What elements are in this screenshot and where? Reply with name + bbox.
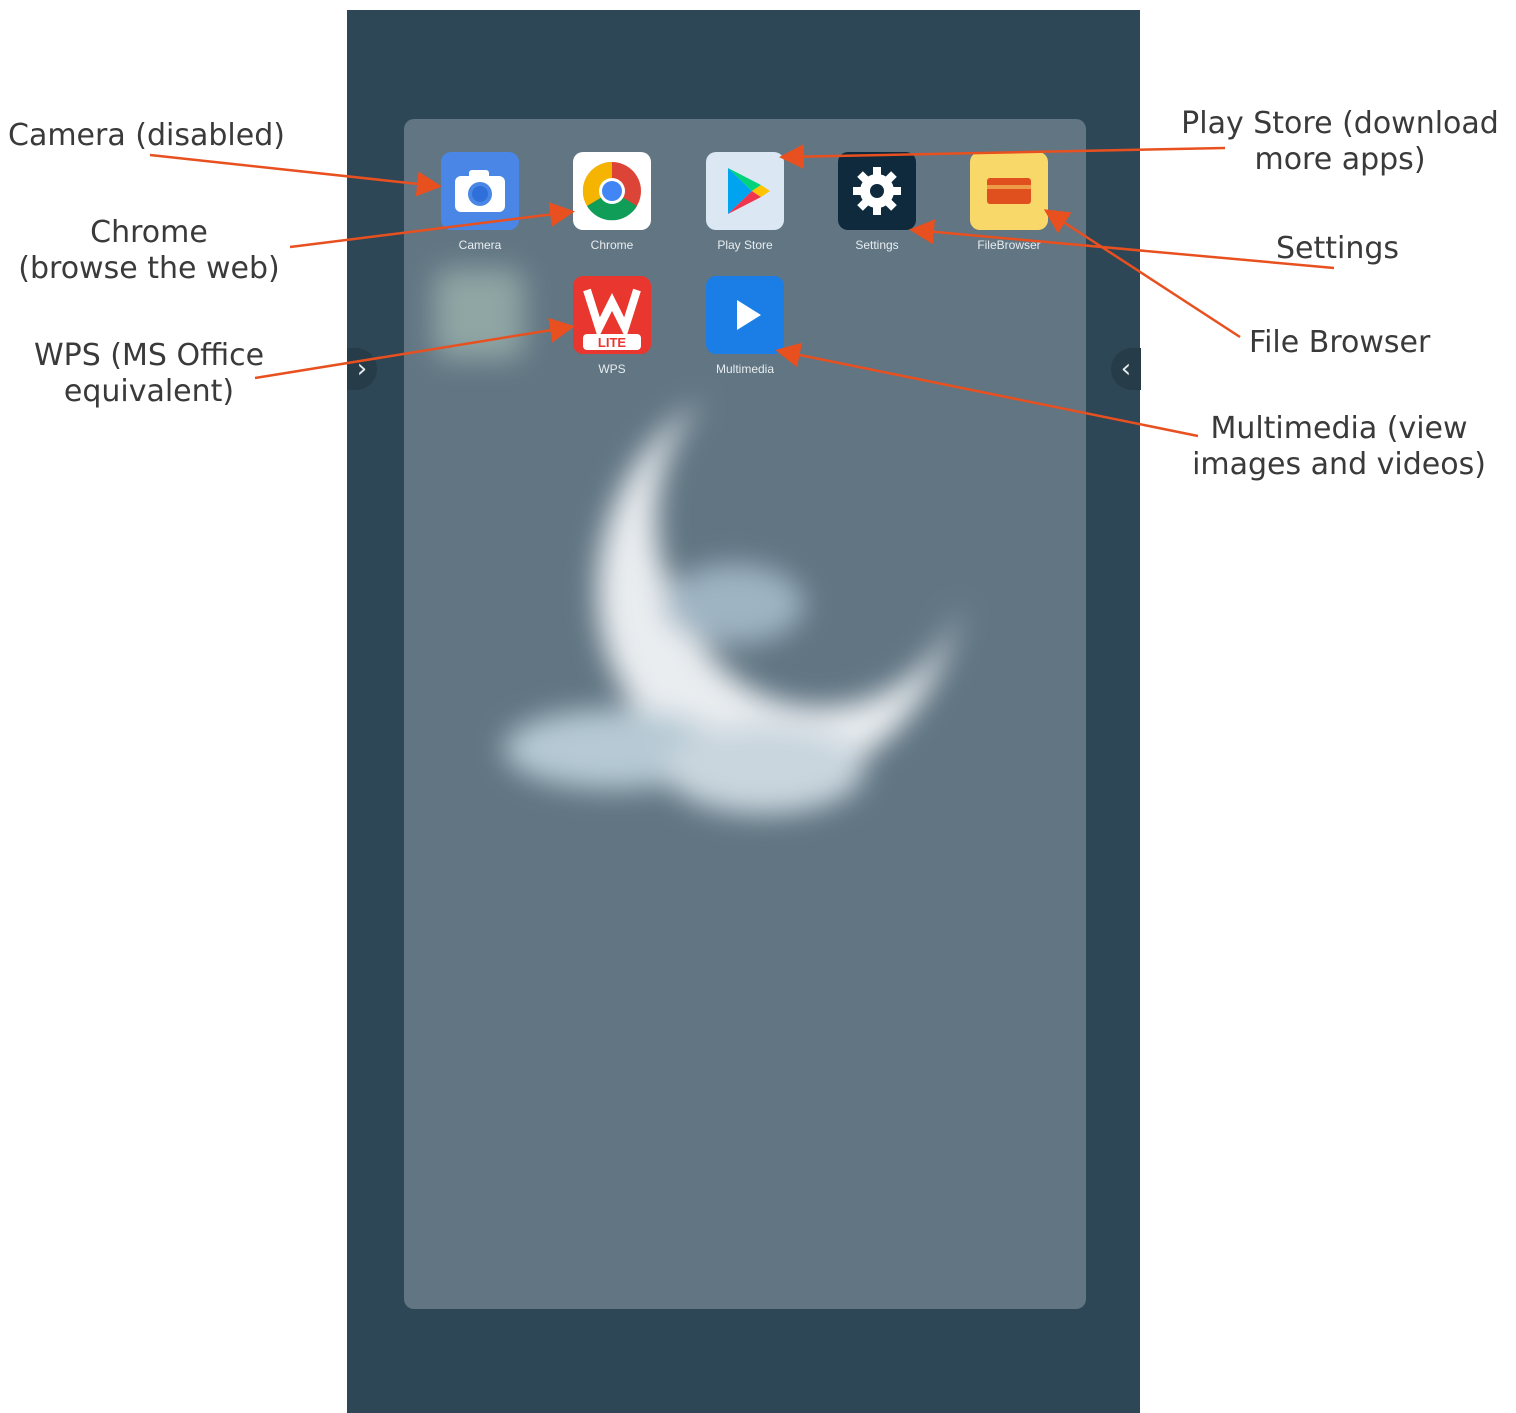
app-chrome[interactable]: Chrome bbox=[567, 152, 657, 252]
camera-label: Camera bbox=[458, 238, 502, 252]
annotation-file-browser: File Browser bbox=[1249, 325, 1431, 360]
app-wps[interactable]: LITE WPS bbox=[567, 276, 657, 376]
settings-label: Settings bbox=[855, 238, 899, 252]
annotation-wps: WPS (MS Office equivalent) bbox=[33, 338, 265, 409]
annotation-chrome: Chrome (browse the web) bbox=[18, 215, 280, 286]
play-store-icon bbox=[706, 152, 784, 230]
chrome-icon bbox=[573, 152, 651, 230]
wps-icon: LITE bbox=[573, 276, 651, 354]
multimedia-label: Multimedia bbox=[715, 362, 775, 376]
annotation-camera: Camera (disabled) bbox=[8, 118, 285, 153]
camera-icon bbox=[441, 152, 519, 230]
chrome-label: Chrome bbox=[590, 238, 634, 252]
play-store-label: Play Store bbox=[717, 238, 773, 252]
play-icon bbox=[706, 276, 784, 354]
wps-badge: LITE bbox=[598, 335, 626, 350]
app-file-browser[interactable]: FileBrowser bbox=[964, 152, 1054, 252]
app-settings[interactable]: Settings bbox=[832, 152, 922, 252]
gear-icon bbox=[838, 152, 916, 230]
app-play-store[interactable]: Play Store bbox=[700, 152, 790, 252]
file-browser-label: FileBrowser bbox=[977, 238, 1041, 252]
app-multimedia[interactable]: Multimedia bbox=[700, 276, 790, 376]
annotation-settings: Settings bbox=[1276, 231, 1400, 266]
annotation-multimedia: Multimedia (view images and videos) bbox=[1192, 411, 1486, 482]
wps-label: WPS bbox=[598, 362, 626, 376]
app-camera[interactable]: Camera bbox=[435, 152, 525, 252]
file-browser-icon bbox=[970, 152, 1048, 230]
annotation-play-store: Play Store (download more apps) bbox=[1181, 106, 1499, 177]
app-drawer: Camera Chrome Play Store Settings FileBr… bbox=[404, 119, 1086, 1309]
